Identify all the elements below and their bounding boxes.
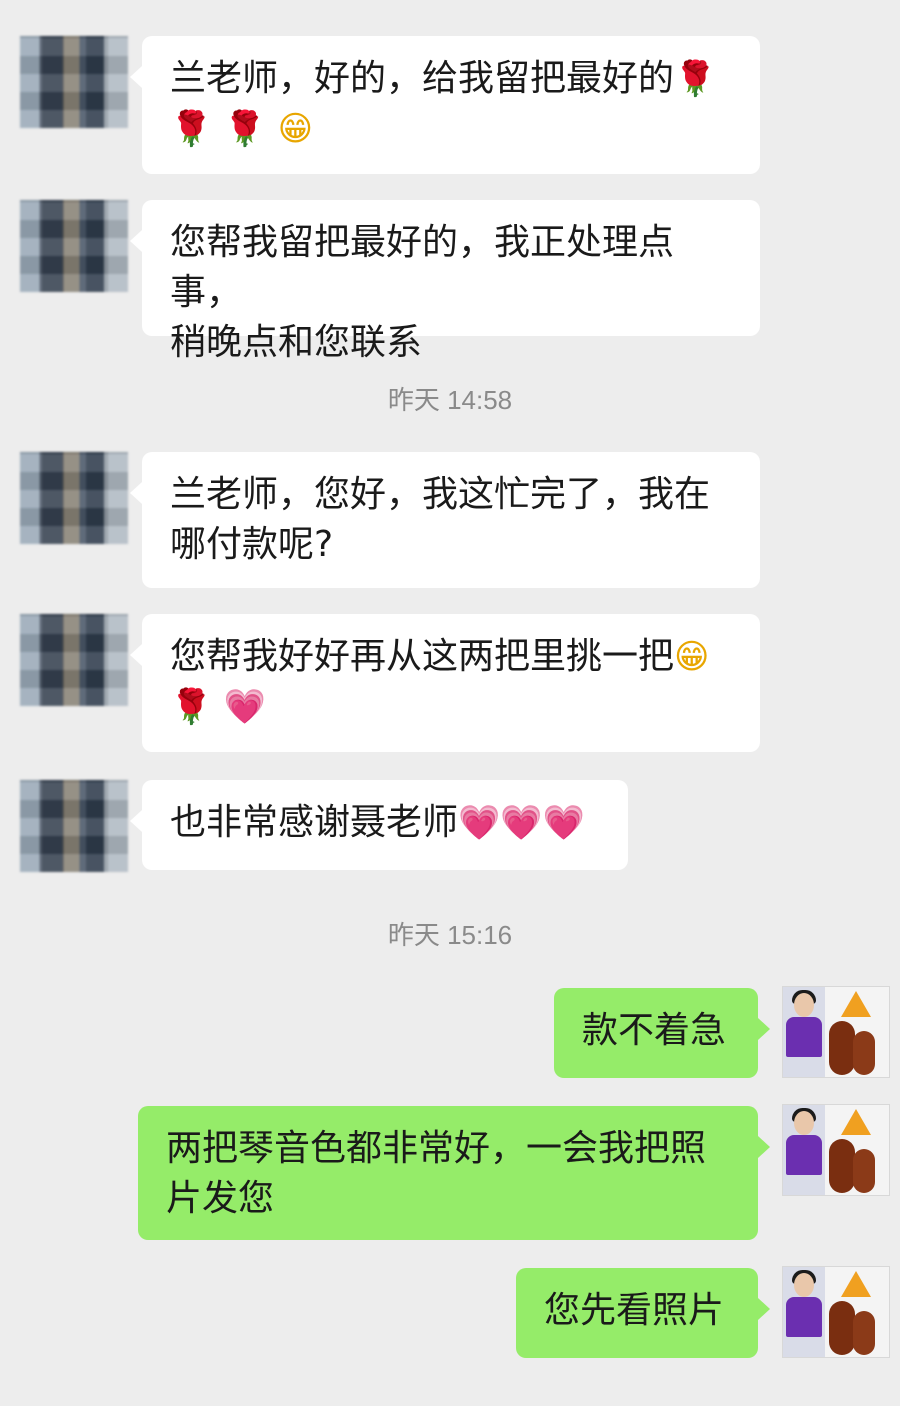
- logo-icon: [841, 1109, 871, 1135]
- message-bubble-incoming[interactable]: 您帮我好好再从这两把里挑一把😁 🌹 💗: [130, 614, 760, 752]
- grin-emoji: 😁: [277, 109, 314, 149]
- message-bubble-outgoing[interactable]: 两把琴音色都非常好，一会我把照 片发您: [138, 1106, 770, 1240]
- violin-icon: [853, 1311, 875, 1355]
- message-text: 款不着急: [582, 1010, 727, 1051]
- grin-emoji: 😁: [674, 637, 710, 677]
- violin-icon: [829, 1301, 855, 1355]
- violin-icon: [853, 1149, 875, 1193]
- message-text: 也非常感谢聂老师💗💗💗: [170, 802, 586, 843]
- message-text: 您先看照片: [544, 1290, 725, 1331]
- contact-avatar[interactable]: [20, 36, 128, 128]
- heart-emoji: 💗: [542, 803, 586, 843]
- message-text: 片发您: [166, 1178, 275, 1219]
- violin-icon: [829, 1021, 855, 1075]
- contact-avatar[interactable]: [20, 200, 128, 292]
- violin-icon: [853, 1031, 875, 1075]
- user-avatar[interactable]: [782, 986, 890, 1078]
- message-bubble-incoming[interactable]: 兰老师，好的，给我留把最好的🌹 🌹 🌹 😁: [130, 36, 760, 174]
- rose-emoji: 🌹: [674, 59, 717, 99]
- contact-avatar[interactable]: [20, 452, 128, 544]
- timestamp: 昨天 15:16: [387, 920, 513, 950]
- logo-icon: [841, 1271, 871, 1297]
- message-text: 兰老师，您好，我这忙完了，我在: [170, 474, 711, 515]
- heart-emoji: 💗: [458, 803, 501, 843]
- rose-emoji: 🌹: [170, 687, 213, 727]
- message-text: 🌹 💗: [170, 682, 732, 732]
- heart-emoji: 💗: [223, 687, 267, 727]
- rose-emoji: 🌹: [170, 109, 213, 149]
- message-bubble-incoming[interactable]: 您帮我留把最好的，我正处理点事， 稍晚点和您联系: [130, 200, 760, 363]
- message-text: 🌹 🌹 😁: [170, 104, 732, 154]
- user-avatar[interactable]: [782, 1266, 890, 1358]
- message-text: 您帮我留把最好的，我正处理点事，: [170, 222, 675, 313]
- timestamp: 昨天 14:58: [387, 385, 513, 415]
- contact-avatar[interactable]: [20, 614, 128, 706]
- heart-emoji: 💗: [500, 803, 543, 843]
- message-bubble-outgoing[interactable]: 款不着急: [554, 988, 770, 1078]
- message-bubble-incoming[interactable]: 兰老师，您好，我这忙完了，我在 哪付款呢?: [130, 452, 760, 588]
- message-text: 哪付款呢?: [170, 524, 334, 565]
- violin-icon: [829, 1139, 855, 1193]
- message-bubble-outgoing[interactable]: 您先看照片: [516, 1268, 770, 1358]
- contact-avatar[interactable]: [20, 780, 128, 872]
- message-text: 两把琴音色都非常好，一会我把照: [166, 1128, 707, 1169]
- message-text: 兰老师，好的，给我留把最好的🌹: [170, 58, 717, 99]
- message-bubble-incoming[interactable]: 也非常感谢聂老师💗💗💗: [130, 780, 628, 870]
- message-text: 稍晚点和您联系: [170, 322, 423, 363]
- message-text: 您帮我好好再从这两把里挑一把😁: [170, 636, 710, 677]
- rose-emoji: 🌹: [223, 109, 267, 149]
- logo-icon: [841, 991, 871, 1017]
- user-avatar[interactable]: [782, 1104, 890, 1196]
